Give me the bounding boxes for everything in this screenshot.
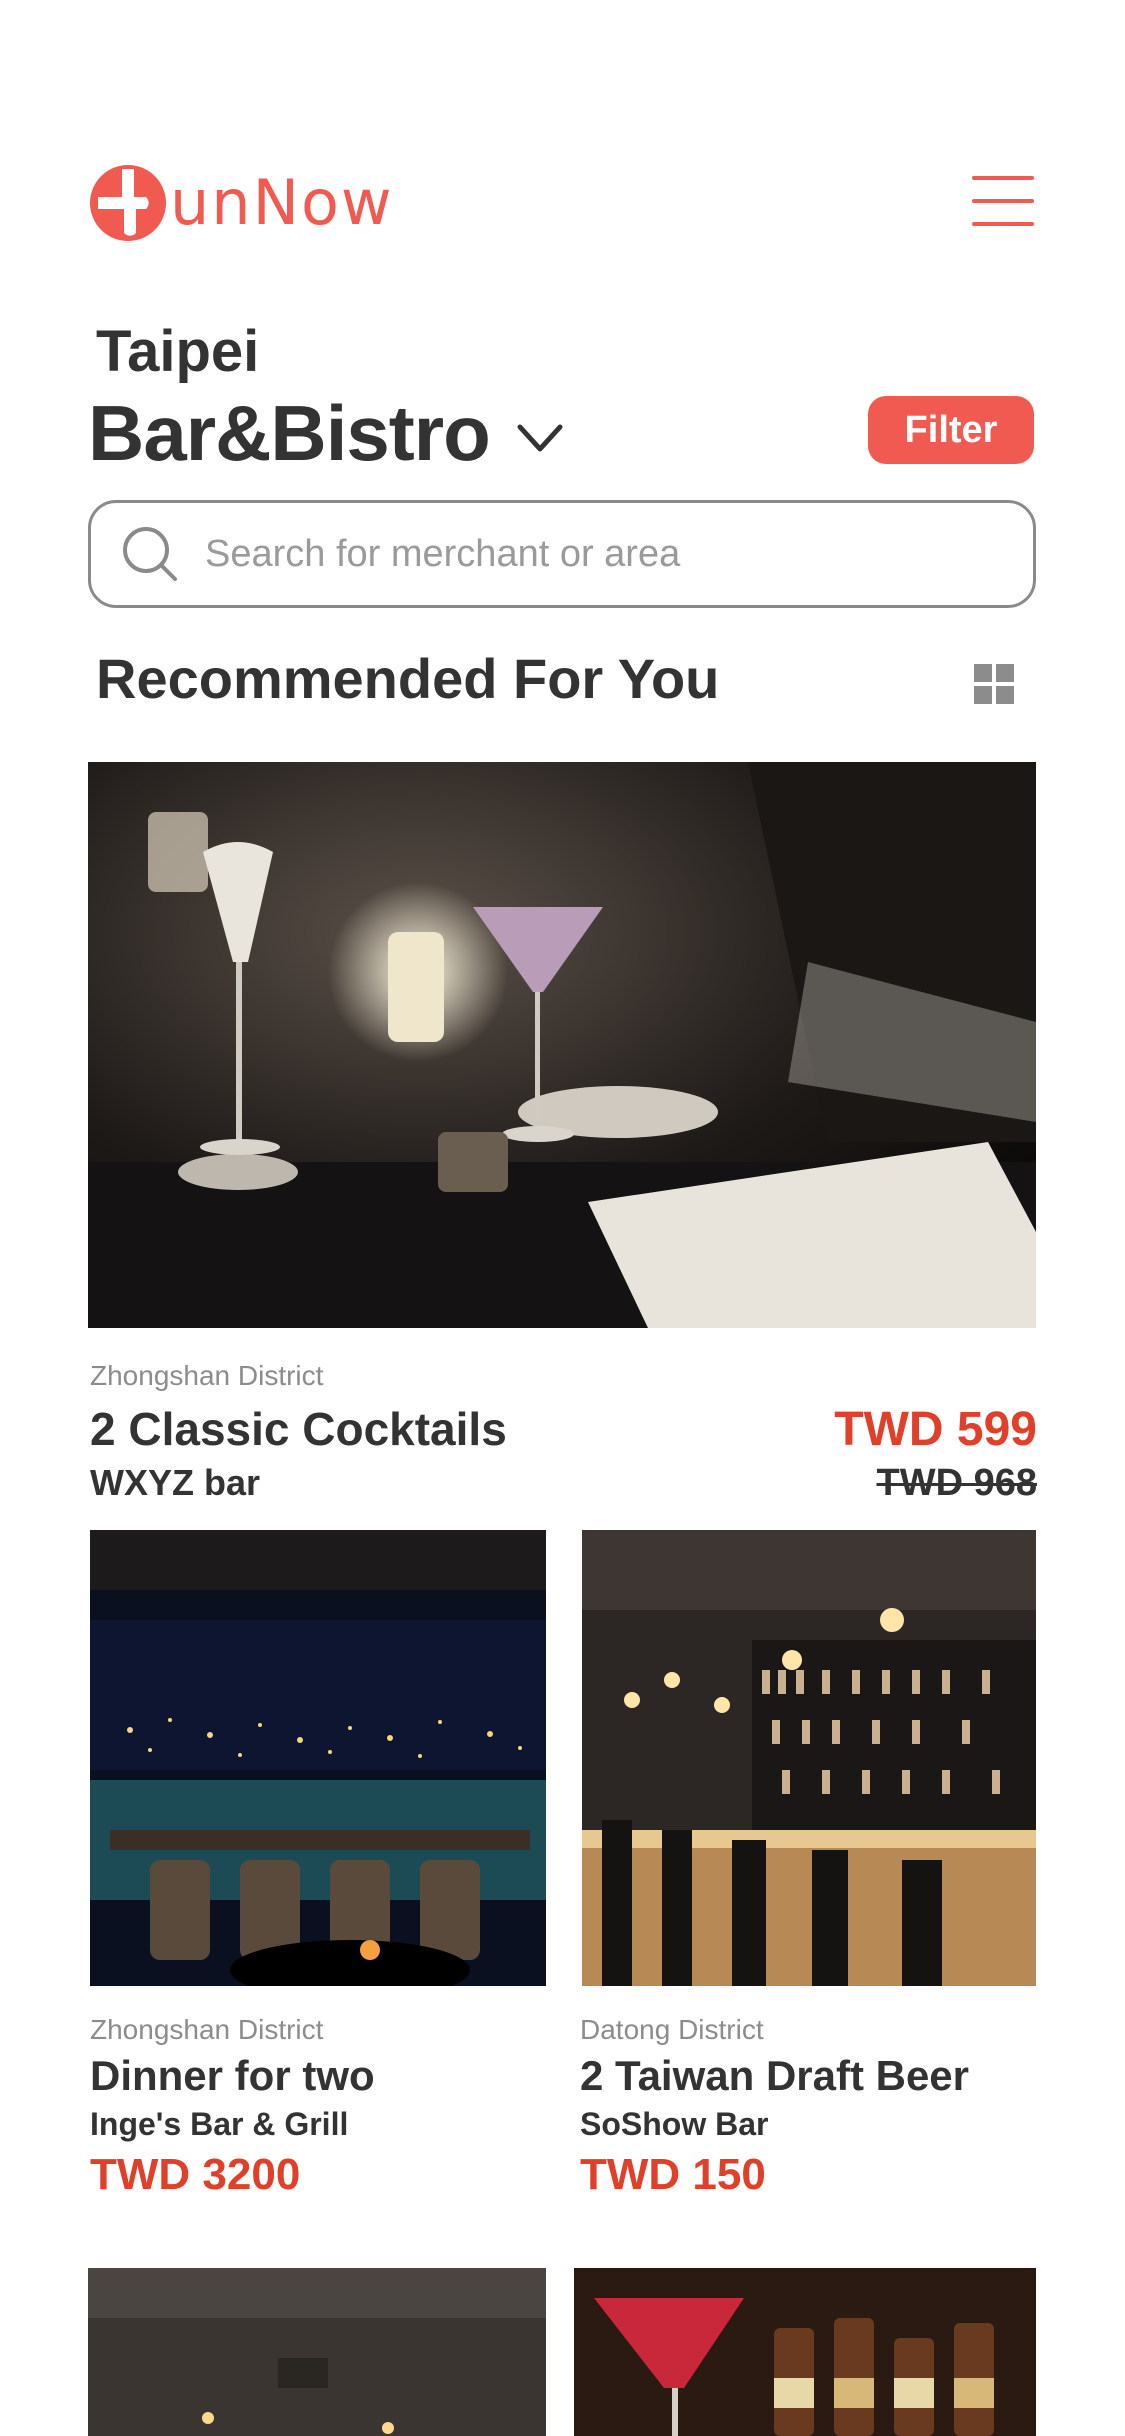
deal-image-dinner[interactable] [90, 1530, 546, 1986]
deal-district: Datong District [580, 2014, 764, 2045]
deal-image-beer[interactable] [582, 1530, 1036, 1986]
logo-mark-icon [90, 165, 166, 241]
deal-title[interactable]: 2 Taiwan Draft Beer [580, 2052, 969, 2100]
deal-merchant: SoShow Bar [580, 2106, 769, 2142]
search-input[interactable] [205, 532, 1025, 576]
deal-merchant: WXYZ bar [90, 1462, 261, 1503]
search-bar[interactable] [88, 500, 1036, 608]
search-icon [123, 527, 177, 581]
section-title: Recommended For You [96, 647, 720, 710]
deal-district: Zhongshan District [90, 1360, 324, 1391]
logo-text: unNow [170, 166, 394, 239]
grid-view-icon[interactable] [974, 664, 1014, 704]
chevron-down-icon [517, 424, 563, 451]
deal-image-cocktails[interactable] [88, 762, 1036, 1328]
city-label: Taipei [96, 319, 260, 384]
app-logo[interactable]: unNow [88, 160, 394, 246]
filter-button[interactable]: Filter [868, 396, 1034, 464]
deal-title[interactable]: Dinner for two [90, 2052, 375, 2100]
deal-image-partial[interactable] [88, 2268, 546, 2436]
hamburger-menu-icon[interactable] [972, 176, 1034, 226]
deal-merchant: Inge's Bar & Grill [90, 2106, 349, 2142]
deal-image-partial[interactable] [574, 2268, 1036, 2436]
deal-district: Zhongshan District [90, 2014, 324, 2045]
category-label: Bar&Bistro [88, 389, 491, 477]
deal-title[interactable]: 2 Classic Cocktails [90, 1402, 507, 1456]
deal-price: TWD 599 [834, 1403, 1037, 1456]
category-selector[interactable]: Bar&Bistro [88, 388, 564, 479]
deal-price: TWD 150 [580, 2150, 766, 2199]
deal-original-price: TWD 968 [876, 1462, 1037, 1504]
deal-price: TWD 3200 [90, 2150, 301, 2199]
